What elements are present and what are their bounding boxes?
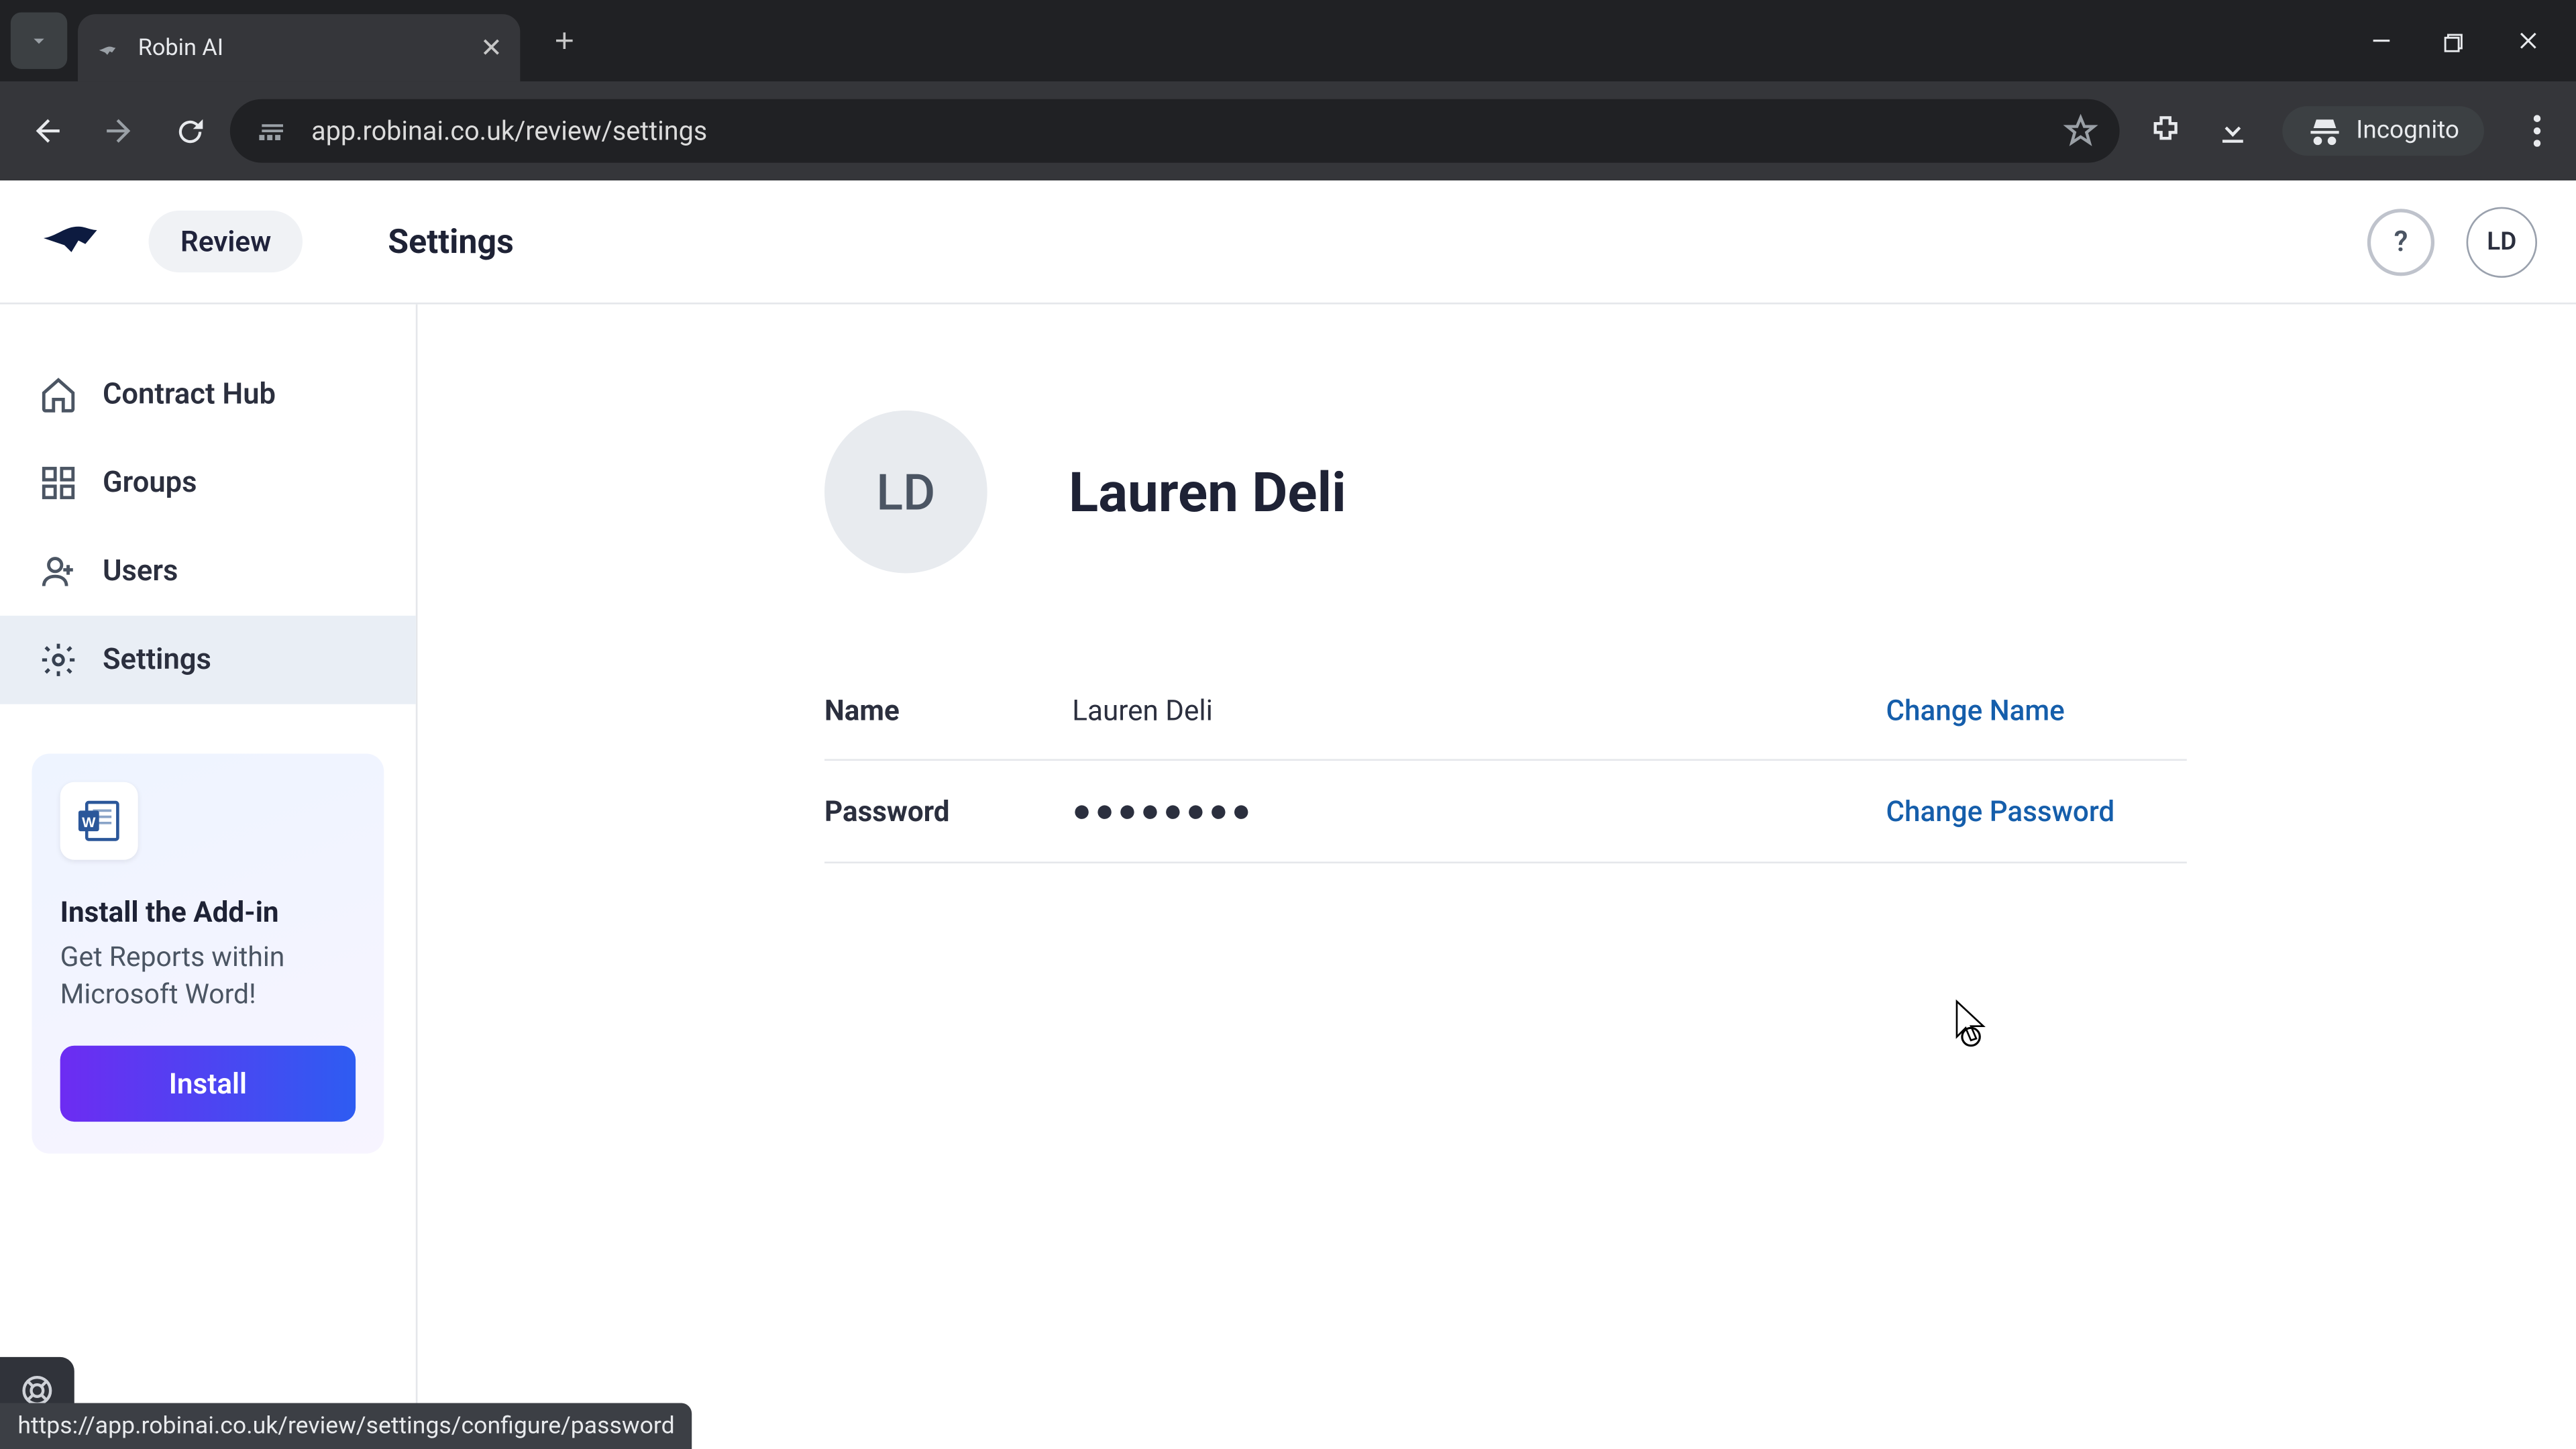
minimize-button[interactable] xyxy=(2369,28,2394,53)
header-avatar[interactable]: LD xyxy=(2467,206,2537,276)
cursor-icon xyxy=(1953,998,1989,1047)
user-icon xyxy=(39,552,78,591)
sidebar-item-label: Contract Hub xyxy=(103,378,276,411)
avatar-initials: LD xyxy=(2487,227,2516,256)
app-root: Review Settings ? LD Contract Hub xyxy=(0,180,2576,1449)
field-row-password: Password ●●●●●●●● Change Password xyxy=(824,761,2187,863)
tab-title: Robin AI xyxy=(138,34,466,61)
status-bar: https://app.robinai.co.uk/review/setting… xyxy=(0,1403,692,1449)
extensions-icon xyxy=(2147,113,2183,149)
browser-chrome: Robin AI ✕ xyxy=(0,0,2576,180)
sidebar: Contract Hub Groups Users Settings xyxy=(0,305,417,1449)
review-nav-pill[interactable]: Review xyxy=(149,211,303,272)
help-button[interactable]: ? xyxy=(2367,208,2434,275)
name-label: Name xyxy=(824,694,1072,727)
maximize-icon xyxy=(2443,30,2466,52)
app-header: Review Settings ? LD xyxy=(0,180,2576,305)
incognito-indicator[interactable]: Incognito xyxy=(2282,106,2484,156)
sidebar-item-label: Users xyxy=(103,555,178,588)
grid-icon xyxy=(39,464,78,502)
close-window-button[interactable] xyxy=(2516,28,2540,53)
incognito-label: Incognito xyxy=(2356,117,2459,145)
svg-text:W: W xyxy=(82,814,96,830)
address-bar[interactable]: app.robinai.co.uk/review/settings xyxy=(230,99,2119,163)
tab-robin-ai[interactable]: Robin AI ✕ xyxy=(78,14,520,81)
download-icon xyxy=(2214,113,2250,149)
review-label: Review xyxy=(180,225,271,258)
site-info-icon[interactable] xyxy=(252,110,294,152)
field-row-name: Name Lauren Deli Change Name xyxy=(824,661,2187,761)
change-password-link[interactable]: Change Password xyxy=(1886,794,2114,828)
profile-header: LD Lauren Deli xyxy=(824,411,2434,574)
change-name-link[interactable]: Change Name xyxy=(1886,694,2064,727)
toolbar-right: Incognito xyxy=(2130,106,2559,156)
profile-avatar-initials: LD xyxy=(876,463,935,521)
star-icon xyxy=(2062,113,2098,149)
sidebar-item-groups[interactable]: Groups xyxy=(0,439,416,527)
toolbar: app.robinai.co.uk/review/settings Incogn… xyxy=(0,81,2576,180)
minimize-icon xyxy=(2369,28,2394,53)
bookmark-button[interactable] xyxy=(2062,113,2098,149)
sidebar-item-users[interactable]: Users xyxy=(0,527,416,616)
robin-logo-icon[interactable] xyxy=(39,205,113,279)
browser-menu-button[interactable] xyxy=(2516,115,2558,146)
page-title: Settings xyxy=(388,221,514,262)
maximize-button[interactable] xyxy=(2443,30,2466,52)
extensions-button[interactable] xyxy=(2147,113,2183,149)
password-value: ●●●●●●●● xyxy=(1072,793,1886,830)
header-right: ? LD xyxy=(2367,206,2537,276)
new-tab-button[interactable] xyxy=(538,14,591,67)
install-button-label: Install xyxy=(169,1067,247,1100)
profile-avatar: LD xyxy=(824,411,987,574)
arrow-left-icon xyxy=(30,113,66,149)
settings-main: LD Lauren Deli Name Lauren Deli Change N… xyxy=(417,305,2576,1449)
close-tab-icon[interactable]: ✕ xyxy=(480,32,502,63)
promo-subtitle: Get Reports within Microsoft Word! xyxy=(60,939,356,1013)
profile-display-name: Lauren Deli xyxy=(1069,459,1346,525)
forward-button[interactable] xyxy=(89,101,149,161)
sidebar-item-contract-hub[interactable]: Contract Hub xyxy=(0,350,416,439)
favicon-icon xyxy=(95,34,123,62)
reload-icon xyxy=(172,114,206,148)
back-button[interactable] xyxy=(17,101,78,161)
tab-strip: Robin AI ✕ xyxy=(0,0,2576,81)
chevron-down-icon xyxy=(27,28,52,53)
reload-button[interactable] xyxy=(159,101,219,161)
sidebar-item-label: Groups xyxy=(103,466,197,500)
arrow-right-icon xyxy=(101,113,136,149)
downloads-button[interactable] xyxy=(2214,113,2250,149)
password-label: Password xyxy=(824,794,1072,828)
sidebar-item-settings[interactable]: Settings xyxy=(0,616,416,704)
close-icon xyxy=(2516,28,2540,53)
incognito-icon xyxy=(2306,117,2342,145)
tab-search-dropdown[interactable] xyxy=(11,12,67,68)
window-controls xyxy=(2369,28,2576,53)
addin-promo-card: W Install the Add-in Get Reports within … xyxy=(32,754,384,1154)
install-addin-button[interactable]: Install xyxy=(60,1045,356,1121)
home-icon xyxy=(39,375,78,414)
name-value: Lauren Deli xyxy=(1072,694,1886,727)
app-body: Contract Hub Groups Users Settings xyxy=(0,305,2576,1449)
plus-icon xyxy=(550,27,578,55)
url-text: app.robinai.co.uk/review/settings xyxy=(311,115,2045,146)
word-icon: W xyxy=(60,782,138,860)
sidebar-item-label: Settings xyxy=(103,643,211,677)
help-icon: ? xyxy=(2394,225,2408,258)
promo-title: Install the Add-in xyxy=(60,896,356,929)
gear-icon xyxy=(39,641,78,680)
kebab-icon xyxy=(2534,115,2541,146)
